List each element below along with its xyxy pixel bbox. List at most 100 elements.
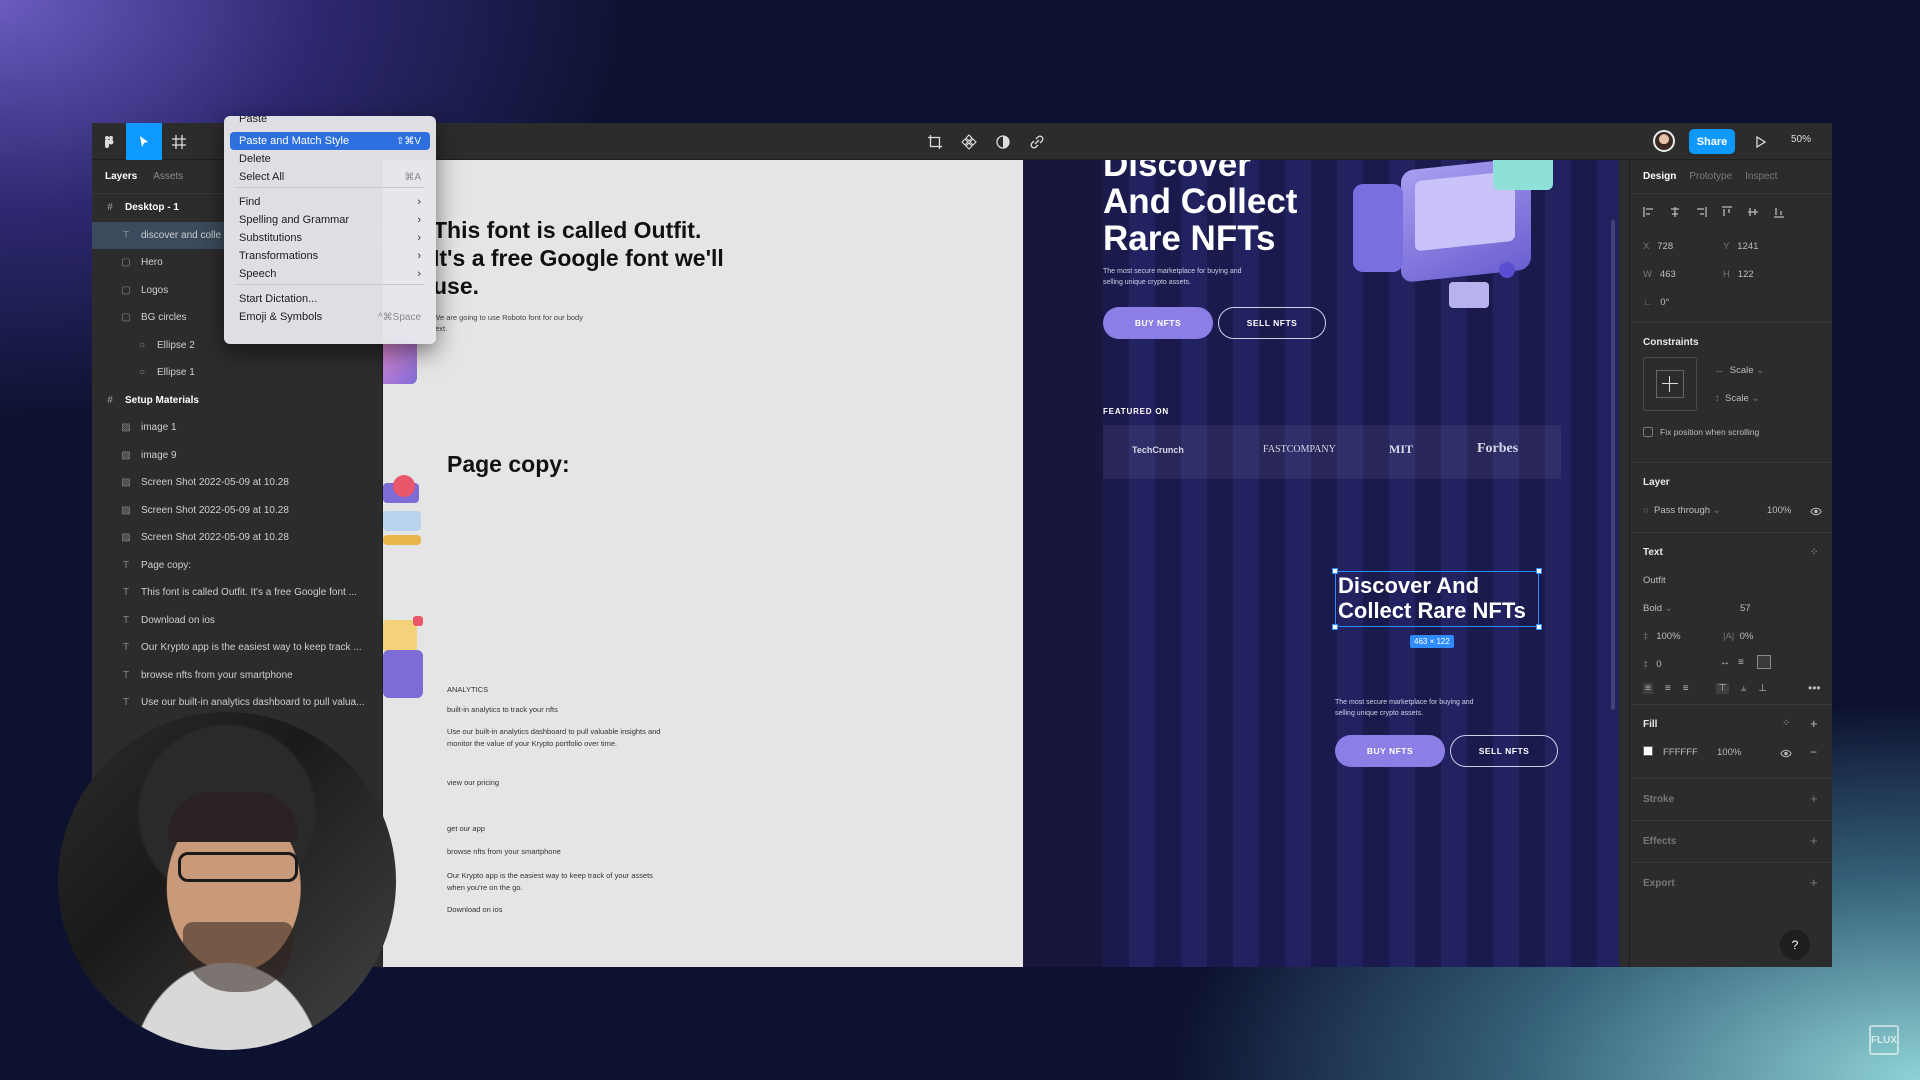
font-family-select[interactable]: Outfit	[1643, 575, 1666, 586]
layer-row[interactable]: ○ Ellipse 1	[92, 359, 382, 387]
add-stroke-icon[interactable]: +	[1810, 791, 1818, 806]
layer-row[interactable]: T Page copy:	[92, 552, 382, 580]
add-fill-icon[interactable]: +	[1810, 716, 1818, 731]
fill-swatch[interactable]	[1643, 746, 1653, 756]
letter-spacing-input[interactable]: |A| 0%	[1723, 631, 1753, 642]
align-middle-icon[interactable]	[1747, 206, 1759, 218]
line-height-input[interactable]: ‡ 100%	[1643, 631, 1681, 642]
layer-row[interactable]: T This font is called Outfit. It's a free…	[92, 579, 382, 607]
desktop-frame-canvas[interactable]: Discover And Collect Rare NFTs The most …	[1023, 160, 1619, 967]
hero-subtitle[interactable]: The most secure marketplace for buying a…	[1103, 266, 1253, 288]
align-top-icon[interactable]	[1721, 206, 1733, 218]
hero-title[interactable]: Discover And Collect Rare NFTs	[1103, 160, 1323, 257]
sell-nfts-button[interactable]: SELL NFTS	[1218, 307, 1326, 339]
resize-handle[interactable]	[1536, 568, 1542, 574]
buy-nfts-button-2[interactable]: BUY NFTS	[1335, 735, 1445, 767]
menu-item[interactable]: Substitutions ›	[230, 229, 430, 247]
constraint-horizontal[interactable]: ↔ Scale ⌄	[1715, 365, 1764, 376]
menu-item[interactable]: Delete	[230, 150, 430, 168]
text-align-center-icon[interactable]: ≡	[1665, 683, 1671, 694]
rotation-value[interactable]: 0°	[1660, 297, 1669, 308]
menu-item[interactable]: Find ›	[230, 193, 430, 211]
frame-tool-button[interactable]	[162, 123, 196, 160]
layer-row[interactable]: ▨ image 1	[92, 414, 382, 442]
sell-nfts-button-2[interactable]: SELL NFTS	[1450, 735, 1558, 767]
component-button[interactable]	[954, 123, 984, 160]
align-center-h-icon[interactable]	[1669, 206, 1681, 218]
x-value[interactable]: 728	[1657, 241, 1673, 252]
font-weight-select[interactable]: Bold ⌄	[1643, 603, 1673, 614]
menu-item[interactable]: Transformations ›	[230, 247, 430, 265]
paragraph-spacing-input[interactable]: ‡ 0	[1643, 659, 1662, 670]
text-align-right-icon[interactable]: ≡	[1683, 683, 1689, 694]
constraint-vertical[interactable]: ↕ Scale ⌄	[1715, 393, 1759, 404]
tab-prototype[interactable]: Prototype	[1689, 171, 1732, 182]
fixed-size-icon[interactable]	[1757, 655, 1771, 669]
zoom-level[interactable]: 50%	[1791, 134, 1811, 145]
move-tool-button[interactable]	[126, 123, 162, 160]
tab-design[interactable]: Design	[1643, 171, 1676, 182]
y-value[interactable]: 1241	[1737, 241, 1758, 252]
fill-hex[interactable]: FFFFFF	[1663, 747, 1698, 758]
resize-handle[interactable]	[1536, 624, 1542, 630]
align-middle-text-icon[interactable]: ⫨	[1741, 683, 1747, 694]
layer-row[interactable]: T Download on ios	[92, 607, 382, 635]
copy-subtitle[interactable]: The most secure marketplace for buying a…	[1335, 697, 1485, 719]
blend-mode-select[interactable]: ○ Pass through ⌄	[1643, 505, 1721, 516]
layer-frame[interactable]: # Setup Materials	[92, 387, 382, 415]
menu-item[interactable]: Emoji & Symbols ^⌘Space	[230, 308, 430, 326]
add-effect-icon[interactable]: +	[1810, 833, 1818, 848]
layer-row[interactable]: ▨ image 9	[92, 442, 382, 470]
link-button[interactable]	[1022, 123, 1052, 160]
align-right-icon[interactable]	[1695, 206, 1707, 218]
layer-row[interactable]: T Our Krypto app is the easiest way to ke…	[92, 634, 382, 662]
align-bottom-icon[interactable]	[1773, 206, 1785, 218]
tab-inspect[interactable]: Inspect	[1745, 171, 1777, 182]
font-size-input[interactable]: 57	[1740, 603, 1751, 614]
add-export-icon[interactable]: +	[1810, 875, 1818, 890]
featured-on-label[interactable]: FEATURED ON	[1103, 407, 1169, 416]
layer-row[interactable]: ▨ Screen Shot 2022-05-09 at 10.28	[92, 497, 382, 525]
menu-item[interactable]: Start Dictation...	[230, 290, 430, 308]
crop-tool-button[interactable]	[920, 123, 950, 160]
share-button[interactable]: Share	[1689, 129, 1735, 154]
desktop-frame[interactable]: Discover And Collect Rare NFTs The most …	[1103, 160, 1619, 967]
menu-item[interactable]: Paste and Match Style ⇧⌘V	[230, 132, 430, 150]
copy-title[interactable]: Discover And Collect Rare NFTs	[1338, 573, 1538, 623]
canvas-scrollbar[interactable]	[1611, 220, 1615, 710]
setup-materials-frame[interactable]: This font is called Outfit. It's a free …	[383, 160, 1023, 967]
tab-assets[interactable]: Assets	[153, 171, 183, 182]
menu-item[interactable]: Paste	[230, 116, 430, 128]
menu-item[interactable]: Speech ›	[230, 265, 430, 283]
tab-layers[interactable]: Layers	[105, 171, 137, 182]
more-options-icon[interactable]: •••	[1808, 681, 1821, 695]
user-avatar[interactable]	[1653, 130, 1675, 152]
mask-button[interactable]	[988, 123, 1018, 160]
layer-row[interactable]: ▨ Screen Shot 2022-05-09 at 10.28	[92, 524, 382, 552]
constraint-widget[interactable]	[1643, 357, 1697, 411]
fill-eye-icon[interactable]	[1780, 749, 1792, 758]
align-bottom-text-icon[interactable]: ⊥	[1758, 683, 1767, 694]
buy-nfts-button[interactable]: BUY NFTS	[1103, 307, 1213, 339]
fill-styles-icon[interactable]: ⁘	[1782, 718, 1790, 729]
fix-position-checkbox[interactable]	[1643, 427, 1653, 437]
resize-handle[interactable]	[1332, 624, 1338, 630]
present-button[interactable]	[1748, 123, 1772, 160]
resize-handle[interactable]	[1332, 568, 1338, 574]
layer-row[interactable]: ▨ Screen Shot 2022-05-09 at 10.28	[92, 469, 382, 497]
help-button[interactable]: ?	[1780, 930, 1810, 960]
layer-row[interactable]: Tbrowse nfts from your smartphone	[92, 662, 382, 690]
selection-box[interactable]: Discover And Collect Rare NFTs	[1332, 568, 1542, 630]
h-value[interactable]: 122	[1738, 269, 1754, 280]
remove-fill-icon[interactable]: −	[1810, 745, 1817, 759]
menu-item[interactable]: Spelling and Grammar ›	[230, 211, 430, 229]
auto-height-icon[interactable]: ≡	[1738, 657, 1744, 668]
eye-icon[interactable]	[1810, 507, 1822, 516]
text-align-left-icon[interactable]: ≡	[1643, 683, 1653, 694]
text-styles-icon[interactable]: ⁘	[1810, 547, 1818, 558]
menu-item[interactable]: Select All ⌘A	[230, 168, 430, 186]
align-left-icon[interactable]	[1643, 206, 1655, 218]
layer-opacity[interactable]: 100%	[1767, 505, 1791, 516]
logos-strip[interactable]: TechCrunch FASTCOMPANY MIT Forbes	[1103, 425, 1561, 479]
w-value[interactable]: 463	[1660, 269, 1676, 280]
